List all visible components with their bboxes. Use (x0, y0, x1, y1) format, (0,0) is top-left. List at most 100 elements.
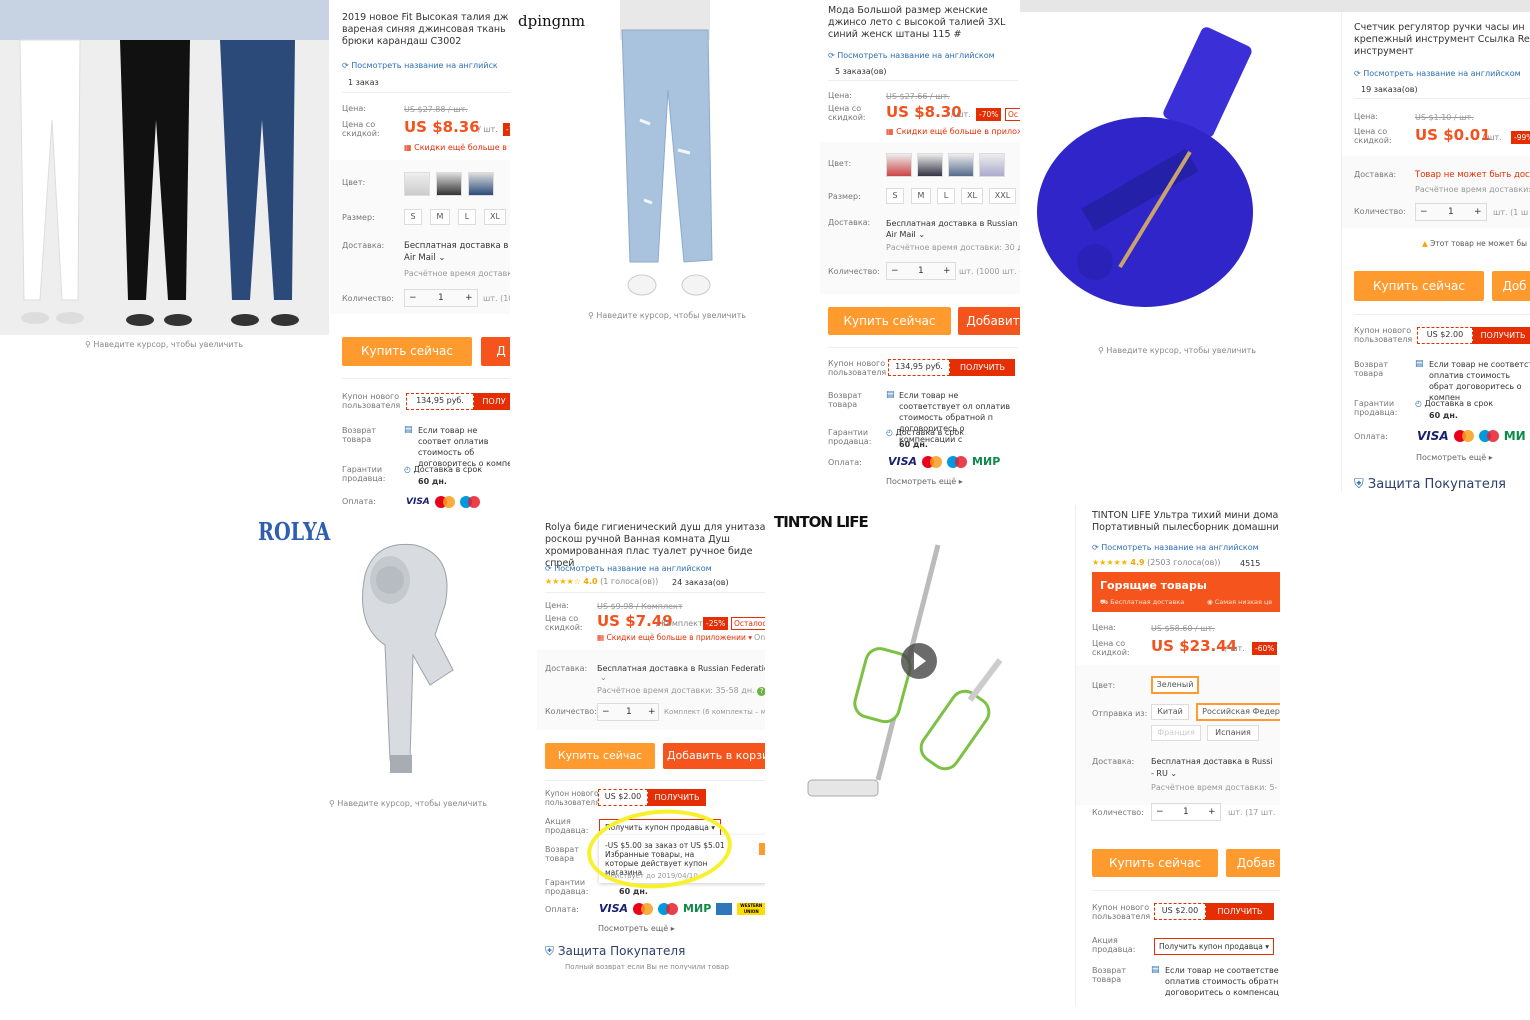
discount-badge: -25% (703, 617, 729, 630)
maestro-icon (947, 456, 968, 468)
get-coupon-button[interactable]: ПОЛУЧИТЬ (950, 359, 1015, 376)
plus-button[interactable]: + (1208, 804, 1216, 820)
help-icon[interactable]: ? (757, 687, 765, 696)
get-coupon-button[interactable]: ПОЛУЧИТЬ (648, 789, 706, 806)
quantity-value[interactable]: 1 (438, 290, 444, 306)
translate-icon: ⟳ (342, 61, 352, 70)
size-option[interactable]: XXL (989, 188, 1016, 204)
english-title-link[interactable]: ⟳ Посмотреть название на английском (1092, 542, 1259, 553)
english-title-link[interactable]: ⟳ Посмотреть название на английск (342, 60, 498, 71)
coupon-label: Купон нового пользователя (1354, 326, 1413, 344)
delivery-label: Доставка: (342, 241, 385, 250)
buy-now-button[interactable]: Купить сейчас (545, 743, 655, 769)
product-title: TINTON LIFE Ультра тихий мини дома Порта… (1092, 510, 1279, 533)
plus-button[interactable]: + (943, 263, 951, 279)
watch-tool-photo[interactable] (1020, 12, 1340, 340)
truck-icon: ⛟ (1100, 598, 1111, 606)
buy-now-button[interactable]: Купить сейчас (1354, 271, 1484, 301)
quantity-value[interactable]: 1 (626, 704, 632, 720)
product-image[interactable] (0, 0, 329, 335)
minus-button[interactable]: − (1420, 204, 1428, 220)
add-to-cart-button[interactable]: Добавить в корзи (663, 743, 765, 769)
delivery-method[interactable]: Air Mail ⌄ (886, 229, 925, 240)
delivery-method[interactable]: Air Mail ⌄ (404, 253, 445, 264)
mir-icon: МИР (972, 455, 1001, 468)
minus-button[interactable]: − (602, 704, 610, 720)
buy-now-button[interactable]: Купить сейчас (1092, 849, 1218, 877)
play-video-button[interactable] (901, 643, 937, 679)
rating-stars: ★★★★★ (1092, 558, 1128, 567)
coupon-scroll-tab[interactable] (759, 843, 765, 855)
quantity-stepper[interactable]: − 1 + (1415, 203, 1487, 221)
maestro-icon (459, 496, 480, 508)
quantity-stepper[interactable]: − 1 + (1151, 803, 1221, 821)
add-to-cart-button[interactable]: Добав (1226, 849, 1280, 877)
quantity-value[interactable]: 1 (918, 263, 924, 279)
size-option[interactable]: XL (484, 209, 506, 225)
stock-left: Осталось (731, 617, 765, 630)
ship-from-option[interactable]: Китай (1151, 704, 1189, 720)
payment-methods: VISA (406, 496, 480, 508)
get-coupon-button[interactable]: ПОЛУЧИТЬ (1473, 327, 1530, 344)
color-swatch[interactable] (886, 153, 912, 177)
mastercard-icon (633, 903, 654, 915)
visa-icon: VISA (888, 455, 918, 468)
quantity-stepper[interactable]: − 1 + (886, 262, 956, 280)
color-swatch-black[interactable] (436, 172, 462, 196)
plus-button[interactable]: + (1474, 204, 1482, 220)
color-swatch-blue[interactable] (468, 172, 494, 196)
app-discount-link[interactable]: ▦ Скидки ещё больше в приложении ▾ (597, 632, 752, 643)
get-coupon-button[interactable]: ПОЛУ (474, 393, 510, 410)
minus-button[interactable]: − (1156, 804, 1164, 820)
size-option[interactable]: L (458, 209, 476, 225)
quantity-value[interactable]: 1 (1183, 804, 1189, 820)
minus-button[interactable]: − (409, 290, 417, 306)
quantity-stepper[interactable]: − 1 + (404, 289, 478, 307)
app-discount-link[interactable]: ▦ Скидки ещё больше в приложе (886, 126, 1020, 137)
guarantee-label: Гарантии продавца: (342, 465, 386, 483)
clock-icon: ◴ (404, 465, 414, 474)
color-swatch[interactable] (979, 153, 1005, 177)
quantity-stepper[interactable]: − 1 + (597, 703, 659, 721)
seller-coupon-dropdown[interactable]: Получить купон продавца ▾ (1154, 938, 1274, 955)
rating-votes[interactable]: (1 голоса(ов)) (600, 577, 658, 586)
app-discount-link[interactable]: ▦ Скидки ещё больше в (404, 142, 507, 153)
delivery-region[interactable]: - RU ⌄ (1151, 768, 1177, 779)
buy-now-button[interactable]: Купить сейчас (342, 337, 472, 366)
size-option[interactable]: S (886, 188, 904, 204)
delivery-text[interactable]: Бесплатная доставка в Russian Federation… (597, 663, 765, 674)
english-title-link[interactable]: ⟳ Посмотреть название на английском (1354, 68, 1521, 79)
size-option[interactable]: S (404, 209, 422, 225)
size-option[interactable]: XL (961, 188, 983, 204)
size-option[interactable]: M (430, 209, 450, 225)
chevron-down-icon[interactable]: ⌄ (600, 672, 607, 683)
rating-votes[interactable]: (2503 голоса(ов)) (1147, 558, 1220, 567)
color-option-selected[interactable]: Зеленый (1151, 676, 1199, 694)
ship-from-option-selected[interactable]: Российская Федер (1196, 703, 1280, 721)
see-more-link[interactable]: Посмотреть ещё ▸ (886, 476, 963, 487)
bidet-shower-photo[interactable] (335, 535, 505, 780)
coupon-label: Купон нового пользователя (342, 392, 401, 410)
add-to-cart-button[interactable]: Доб (1492, 271, 1530, 301)
minus-button[interactable]: − (891, 263, 899, 279)
ship-from-option[interactable]: Франция (1151, 725, 1201, 741)
quantity-value[interactable]: 1 (1448, 204, 1454, 220)
add-to-cart-button[interactable]: Добавит (958, 307, 1020, 335)
plus-button[interactable]: + (648, 704, 656, 720)
see-more-link[interactable]: Посмотреть ещё ▸ (1416, 452, 1493, 463)
color-swatch[interactable] (948, 153, 974, 177)
ripped-jeans-photo[interactable] (600, 0, 730, 305)
english-title-link[interactable]: ⟳ Посмотреть название на английском (545, 563, 712, 574)
size-option[interactable]: L (937, 188, 955, 204)
size-option[interactable]: M (911, 188, 931, 204)
buy-now-button[interactable]: Купить сейчас (828, 307, 951, 335)
see-more-link[interactable]: Посмотреть ещё ▸ (598, 923, 675, 934)
return-label: Возврат товара (342, 426, 376, 444)
ship-from-option[interactable]: Испания (1207, 725, 1259, 741)
plus-button[interactable]: + (465, 290, 473, 306)
get-coupon-button[interactable]: ПОЛУЧИТЬ (1206, 903, 1274, 920)
color-swatch[interactable] (917, 153, 943, 177)
color-swatch-white[interactable] (404, 172, 430, 196)
english-title-link[interactable]: ⟳ Посмотреть название на английском (828, 50, 995, 61)
add-to-cart-button[interactable]: Д (481, 337, 510, 366)
